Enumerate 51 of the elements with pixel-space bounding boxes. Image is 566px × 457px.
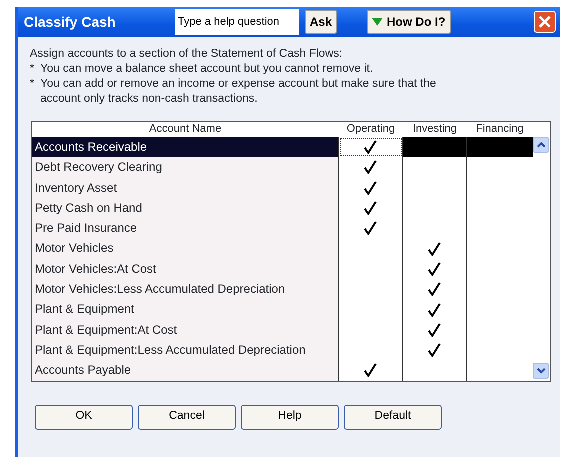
how-do-i-button[interactable]: How Do I? — [367, 10, 451, 34]
column-header: Operating — [346, 122, 396, 137]
highlighted-cell[interactable] — [403, 137, 467, 158]
highlighted-cell[interactable] — [467, 137, 533, 158]
scroll-down-button[interactable] — [533, 362, 549, 379]
checkmark-icon — [364, 201, 377, 216]
account-name-cell[interactable]: Accounts Payable — [32, 360, 339, 381]
bullet-mark: * — [30, 77, 34, 92]
close-icon — [539, 16, 551, 28]
chevron-up-icon — [536, 142, 546, 148]
instruction-text: You can move a balance sheet account but you cannot remove it. — [40, 62, 374, 77]
checkmark-icon — [428, 302, 441, 317]
account-name-cell[interactable]: Petty Cash on Hand — [32, 198, 339, 218]
checkbox-cell[interactable] — [339, 137, 403, 158]
checkmark-icon — [428, 343, 441, 358]
dialog-button[interactable]: Help — [241, 404, 339, 430]
account-name-cell[interactable]: Motor Vehicles:At Cost — [32, 258, 339, 280]
account-name-cell[interactable]: Motor Vehicles — [32, 238, 339, 259]
checkmark-icon — [364, 180, 377, 195]
checkmark-icon — [364, 140, 377, 154]
account-name-cell[interactable]: Plant & Equipment — [32, 299, 339, 320]
checkmark-icon — [364, 160, 377, 174]
window-title: Classify Cash — [24, 12, 117, 32]
checkmark-icon — [428, 262, 441, 276]
close-button[interactable] — [534, 11, 556, 33]
checkmark-icon — [364, 363, 377, 378]
account-name-cell[interactable]: Motor Vehicles:Less Accumulated Depreciation — [32, 279, 339, 300]
instruction-text: You can add or remove an income or expense account but make sure that the account only tracks non-cash transactions. — [40, 77, 438, 107]
account-name-cell[interactable]: Inventory Asset — [32, 178, 339, 198]
dialog-button[interactable]: Cancel — [138, 404, 236, 430]
triangle-down-icon — [372, 18, 384, 26]
column-header: Financing — [475, 122, 525, 137]
account-name-cell[interactable]: Accounts Receivable — [32, 137, 339, 158]
dialog-button[interactable]: Default — [344, 404, 442, 430]
checkmark-icon — [428, 242, 441, 256]
scroll-up-button[interactable] — [533, 137, 549, 153]
column-header: Account Name — [148, 122, 223, 137]
chevron-down-icon — [536, 368, 546, 374]
dialog-button[interactable]: OK — [35, 404, 133, 430]
account-name-cell[interactable]: Debt Recovery Clearing — [32, 157, 339, 178]
account-name-cell[interactable]: Plant & Equipment:Less Accumulated Depreciation — [32, 340, 339, 360]
column-header: Investing — [412, 122, 458, 137]
checkmark-icon — [428, 322, 441, 337]
checkmark-icon — [364, 221, 377, 236]
checkmark-icon — [428, 282, 441, 296]
bullet-mark: * — [30, 62, 34, 77]
account-name-cell[interactable]: Pre Paid Insurance — [32, 218, 339, 238]
account-name-cell[interactable]: Plant & Equipment:At Cost — [32, 320, 339, 340]
instruction-text: Assign accounts to a section of the Statement of Cash Flows: — [30, 47, 344, 62]
help-question-field[interactable]: Type a help question — [175, 9, 299, 35]
ask-button[interactable]: Ask — [305, 10, 338, 34]
